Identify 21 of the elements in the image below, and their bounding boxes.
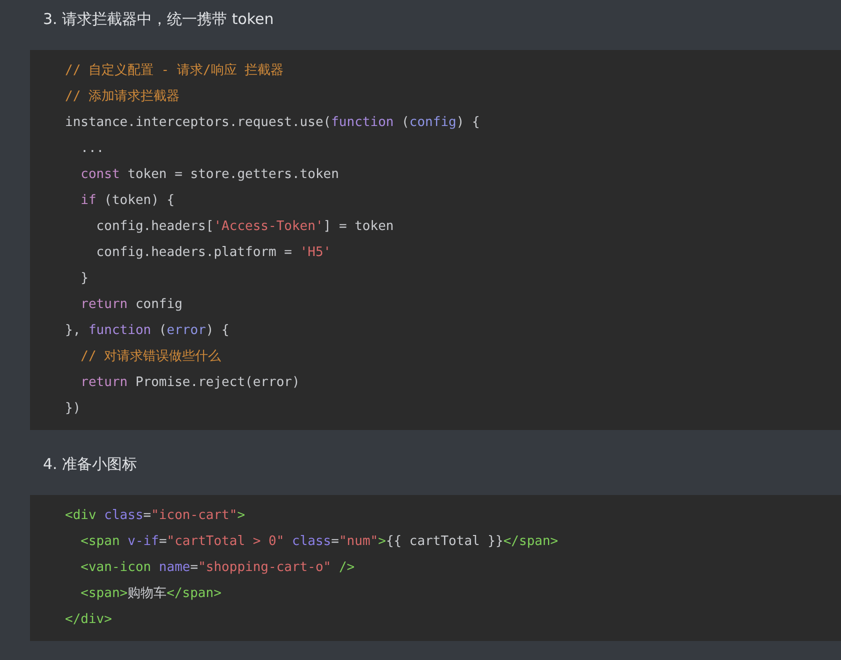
code-line: <span v-if="cartTotal > 0" class="num">{{ cartTotal }}</span> [80,533,558,551]
code-line: <van-icon name="shopping-cart-o" /> [80,559,355,577]
code-line: // 对请求错误做些什么 [80,348,222,366]
code-line: const token = store.getters.token [80,166,339,184]
code-line: <span>购物车</span> [80,585,222,603]
code-line: } [80,270,88,288]
code-line: }, function (error) { [65,322,230,340]
code-line: // 自定义配置 - 请求/响应 拦截器 [65,62,284,80]
code-line: instance.interceptors.request.use(function (config) { [65,114,480,132]
code-line: return config [80,296,182,314]
code-line: }) [65,400,81,418]
code-line: <div class="icon-cart"> [65,507,246,525]
code-line: // 添加请求拦截器 [65,88,180,106]
code-line: </div> [65,611,112,629]
section-heading: 3. 请求拦截器中，统一携带 token [43,9,274,30]
code-line: config.headers['Access-Token'] = token [95,218,394,236]
section-heading: 4. 准备小图标 [43,454,138,475]
code-line: return Promise.reject(error) [80,374,300,392]
code-line: ... [80,140,104,158]
code-line: config.headers.platform = 'H5' [95,244,332,262]
code-line: if (token) { [80,192,175,210]
